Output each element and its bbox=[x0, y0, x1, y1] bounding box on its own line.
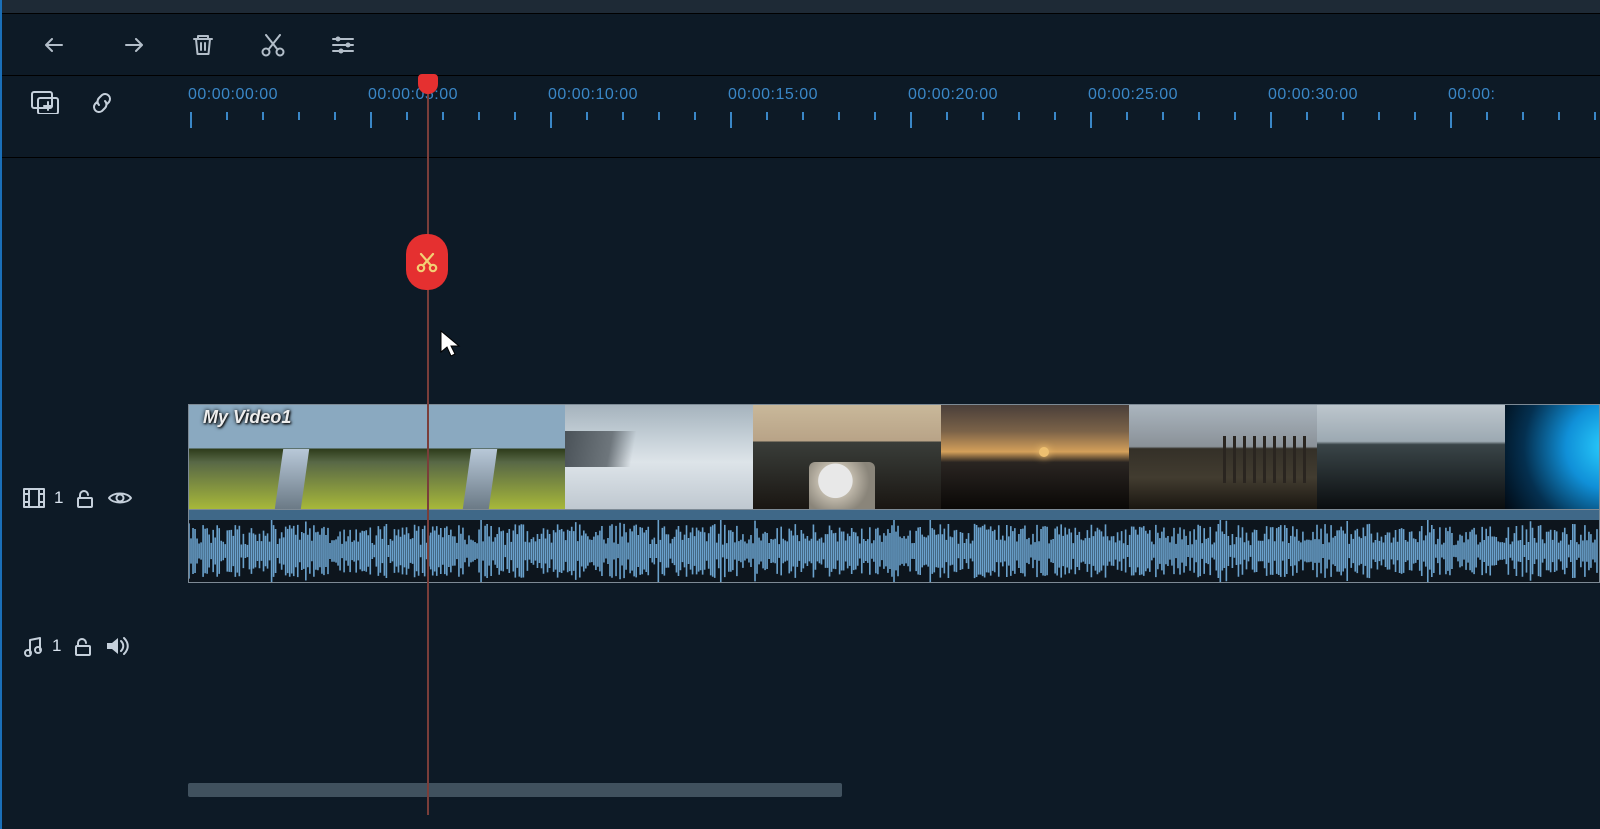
link-clips-button[interactable] bbox=[88, 90, 116, 119]
split-button[interactable] bbox=[260, 32, 286, 58]
ruler-controls bbox=[2, 76, 188, 158]
audio-track-number: 1 bbox=[52, 636, 61, 656]
audio-track-header: 1 bbox=[2, 626, 188, 666]
timeline-ruler[interactable]: 00:00:00:00 00:00:05:00 00:00:10:00 00:00:1… bbox=[188, 76, 1600, 158]
ruler-time-label: 00:00:10:00 bbox=[548, 86, 638, 104]
audio-lock-toggle[interactable] bbox=[73, 636, 93, 656]
clip-thumbnail bbox=[941, 405, 1129, 509]
ruler-time-label: 00:00:20:00 bbox=[908, 86, 998, 104]
video-track-header: 1 bbox=[2, 478, 188, 518]
video-track-number: 1 bbox=[54, 488, 63, 508]
undo-button[interactable] bbox=[42, 33, 72, 57]
video-clip[interactable]: My Video1 bbox=[188, 404, 1600, 509]
clip-thumbnail bbox=[753, 405, 941, 509]
video-lock-toggle[interactable] bbox=[75, 488, 95, 508]
clip-label: My Video1 bbox=[203, 407, 291, 428]
filmstrip-icon bbox=[22, 487, 46, 509]
ruler-time-label: 00:00:05:00 bbox=[368, 86, 458, 104]
timeline-options-button[interactable] bbox=[330, 34, 356, 56]
timeline-toolbar bbox=[2, 14, 1600, 76]
clip-thumbnail bbox=[565, 405, 753, 509]
ruler-time-label: 00:00:15:00 bbox=[728, 86, 818, 104]
clip-thumbnail bbox=[1505, 405, 1600, 509]
ruler-time-label: 00:00:30:00 bbox=[1268, 86, 1358, 104]
clip-thumbnail bbox=[1129, 405, 1317, 509]
bottom-strip bbox=[2, 815, 1600, 829]
audio-header-bar bbox=[189, 510, 1599, 520]
timeline-panel: 00:00:00:0000:00:05:0000:00:10:0000:00:1… bbox=[0, 0, 1600, 829]
video-visibility-toggle[interactable] bbox=[107, 489, 133, 507]
horizontal-scrollbar-thumb[interactable] bbox=[188, 783, 842, 797]
ruler-time-label: 00:00: bbox=[1448, 86, 1495, 104]
clip-thumbnail bbox=[377, 405, 565, 509]
ruler-row: 00:00:00:00 00:00:05:00 00:00:10:00 00:00:1… bbox=[2, 76, 1600, 158]
clip-thumbnail bbox=[1317, 405, 1505, 509]
delete-button[interactable] bbox=[190, 32, 216, 58]
horizontal-scrollbar[interactable] bbox=[188, 783, 1600, 797]
top-strip bbox=[2, 0, 1600, 14]
add-track-button[interactable] bbox=[30, 90, 60, 117]
audio-mute-toggle[interactable] bbox=[105, 636, 129, 656]
ruler-time-label: 00:00:25:00 bbox=[1088, 86, 1178, 104]
redo-button[interactable] bbox=[116, 33, 146, 57]
music-note-icon bbox=[22, 635, 44, 657]
tracks-region: 1 My Video1 bbox=[2, 158, 1600, 815]
audio-waveform bbox=[189, 520, 1599, 582]
audio-clip[interactable] bbox=[188, 509, 1600, 583]
clip-thumbnail: My Video1 bbox=[189, 405, 377, 509]
split-at-playhead-button[interactable] bbox=[406, 234, 448, 290]
ruler-time-label: 00:00:00:00 bbox=[188, 86, 278, 104]
